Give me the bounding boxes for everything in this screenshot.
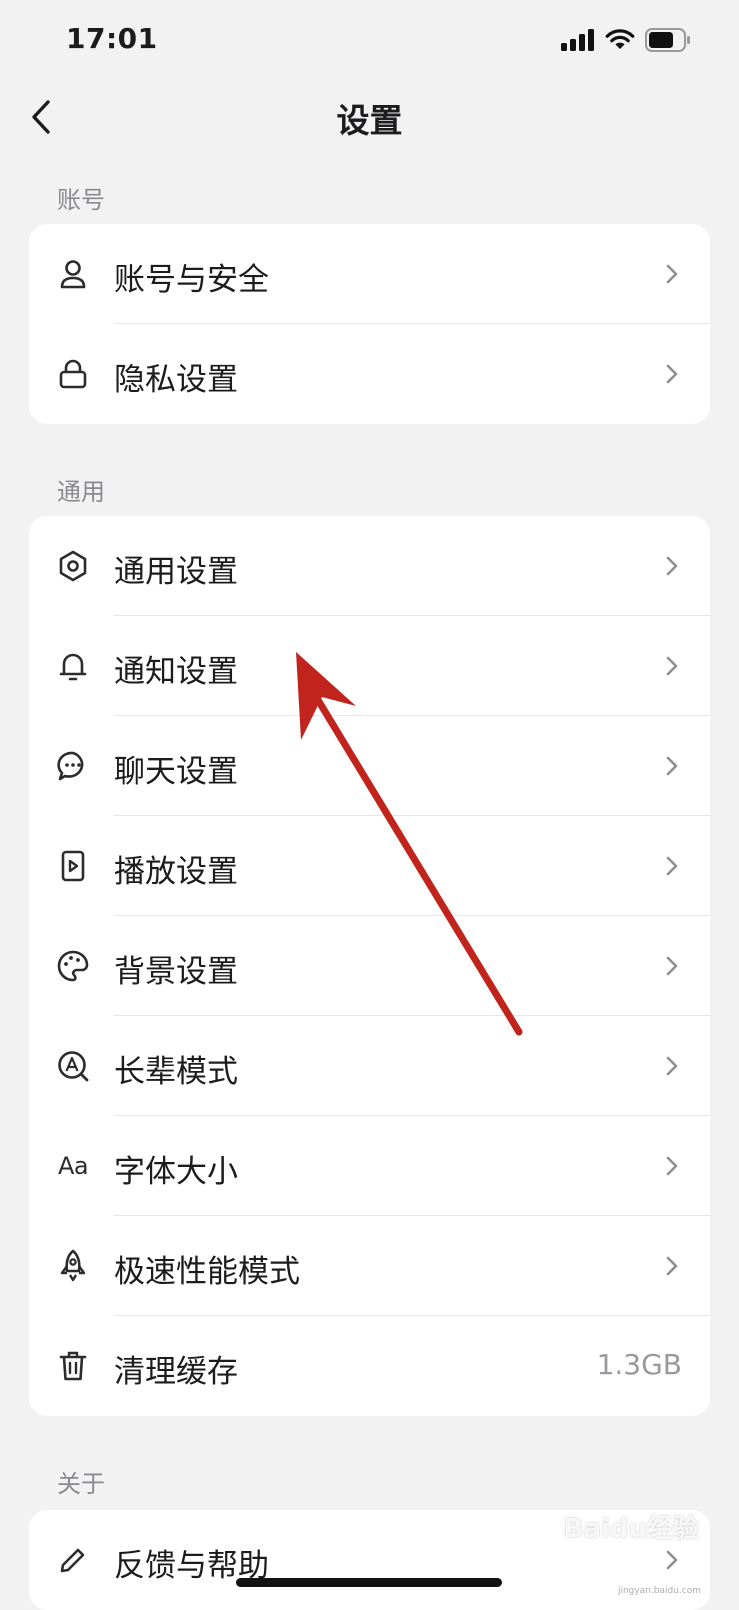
trash-icon [56,1349,90,1383]
bell-icon [56,649,90,683]
section-header-general: 通用 [57,478,105,506]
chevron-right-icon [666,1056,678,1076]
chevron-right-icon [666,264,678,284]
row-label: 极速性能模式 [114,1254,300,1290]
font-size-icon-text: Aa [57,1152,89,1180]
chevron-right-icon [666,364,678,384]
general-card: 通用设置 通知设置 聊天设置 播放设置 背景设置 长辈模式 Aa 字体大小 极速… [29,516,710,1416]
battery-icon [645,28,690,52]
row-label: 播放设置 [114,854,238,890]
font-size-icon: Aa [56,1149,90,1183]
section-header-account: 账号 [57,186,105,214]
cache-size-value: 1.3GB [596,1348,682,1381]
row-label: 字体大小 [114,1154,238,1190]
chevron-right-icon [666,1156,678,1176]
status-bar: 17:01 [0,0,739,80]
baidu-watermark: Baidu经验 [563,1514,699,1544]
palette-icon [56,949,90,983]
home-indicator[interactable] [236,1578,502,1587]
row-label: 通知设置 [114,654,238,690]
wifi-icon [605,29,635,49]
settings-row-font-size[interactable]: Aa 字体大小 [29,1116,710,1216]
settings-row-clear-cache[interactable]: 清理缓存 1.3GB [29,1316,710,1416]
chevron-right-icon [666,556,678,576]
cellular-signal-icon [561,29,594,51]
navigation-bar: 设置 [0,80,739,156]
elder-mode-icon [56,1049,90,1083]
chevron-right-icon [666,1550,678,1570]
page-title: 设置 [336,101,403,140]
row-label: 背景设置 [114,954,238,990]
chevron-right-icon [666,856,678,876]
settings-row-general[interactable]: 通用设置 [29,516,710,616]
lock-icon [56,357,90,391]
settings-row-notifications[interactable]: 通知设置 [29,616,710,716]
chevron-right-icon [666,756,678,776]
status-icons [561,28,691,52]
settings-row-chat[interactable]: 聊天设置 [29,716,710,816]
pencil-icon [56,1543,90,1577]
section-header-about: 关于 [57,1470,105,1498]
account-card: 账号与安全 隐私设置 [29,224,710,424]
play-icon [56,849,90,883]
settings-row-elder-mode[interactable]: 长辈模式 [29,1016,710,1116]
rocket-icon [56,1249,90,1283]
settings-row-account-security[interactable]: 账号与安全 [29,224,710,324]
row-label: 账号与安全 [114,262,269,298]
row-label: 通用设置 [114,554,238,590]
baidu-watermark-url: jingyan.baidu.com [617,1586,701,1596]
settings-row-background[interactable]: 背景设置 [29,916,710,1016]
status-time: 17:01 [66,22,158,55]
settings-row-performance-mode[interactable]: 极速性能模式 [29,1216,710,1316]
user-icon [56,257,90,291]
settings-row-privacy[interactable]: 隐私设置 [29,324,710,424]
row-label: 清理缓存 [114,1354,238,1390]
row-label: 隐私设置 [114,362,238,398]
row-label: 长辈模式 [114,1054,238,1090]
chevron-right-icon [666,656,678,676]
chevron-right-icon [666,1256,678,1276]
chat-bubble-icon [56,749,90,783]
chevron-right-icon [666,956,678,976]
gear-icon [56,549,90,583]
row-label: 聊天设置 [114,754,238,790]
settings-row-playback[interactable]: 播放设置 [29,816,710,916]
